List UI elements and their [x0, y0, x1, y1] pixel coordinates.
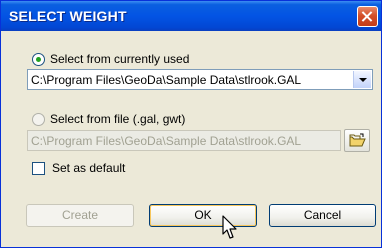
open-folder-icon: [349, 133, 366, 147]
set-default-label[interactable]: Set as default: [52, 161, 125, 175]
weights-file-path-field: C:\Program Files\GeoDa\Sample Data\stlro…: [27, 130, 341, 151]
cancel-button[interactable]: Cancel: [269, 204, 376, 227]
chevron-down-icon[interactable]: [353, 71, 371, 88]
select-currently-used-radio[interactable]: [32, 53, 45, 66]
dialog-title: SELECT WEIGHT: [9, 8, 127, 24]
select-weight-dialog: SELECT WEIGHT Select from currently used…: [0, 0, 382, 248]
current-weights-value: C:\Program Files\GeoDa\Sample Data\stlro…: [31, 73, 302, 87]
select-currently-used-label[interactable]: Select from currently used: [50, 52, 189, 66]
mouse-cursor-icon: [222, 215, 237, 239]
select-from-file-label[interactable]: Select from file (.gal, gwt): [50, 112, 185, 126]
select-from-file-radio[interactable]: [32, 113, 45, 126]
set-default-checkbox[interactable]: [32, 162, 45, 175]
ok-button[interactable]: OK: [149, 204, 257, 227]
create-button[interactable]: Create: [26, 204, 134, 227]
current-weights-dropdown[interactable]: C:\Program Files\GeoDa\Sample Data\stlro…: [27, 69, 373, 90]
ok-button-label: OK: [194, 208, 212, 222]
create-button-label: Create: [61, 208, 99, 222]
browse-folder-button[interactable]: [344, 129, 370, 152]
weights-file-path-value: C:\Program Files\GeoDa\Sample Data\stlro…: [31, 134, 302, 148]
cancel-button-label: Cancel: [303, 208, 342, 222]
title-bar[interactable]: SELECT WEIGHT: [1, 1, 381, 31]
close-button[interactable]: [357, 6, 378, 27]
